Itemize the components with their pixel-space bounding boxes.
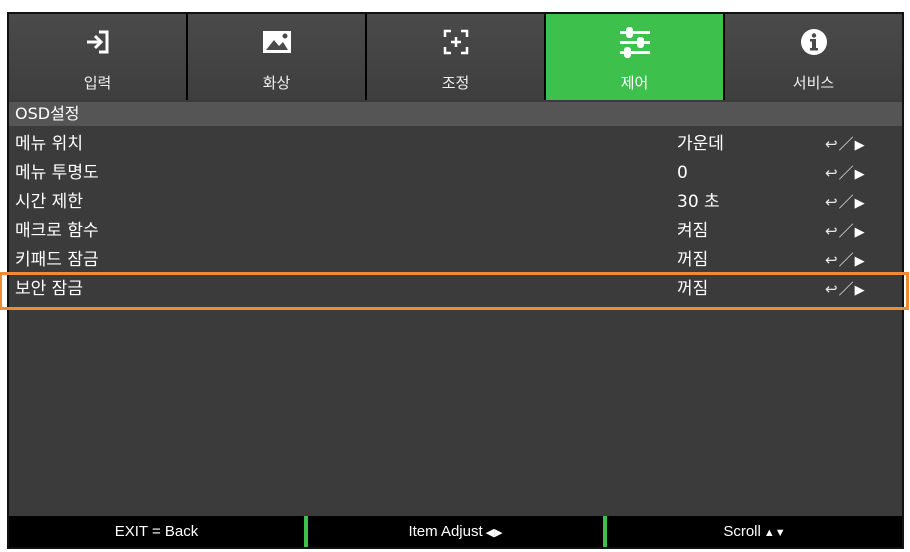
section-title: OSD설정	[9, 102, 902, 126]
enter-arrow-control[interactable]: ↩／▶	[825, 275, 866, 305]
tab-input-label: 입력	[83, 74, 112, 92]
info-icon	[794, 24, 834, 60]
input-icon	[78, 24, 118, 60]
item-value: 꺼짐	[677, 250, 709, 270]
sliders-icon	[615, 24, 655, 60]
menu-item-timeout[interactable]: 시간 제한 30 초 ↩／▶	[9, 188, 902, 217]
settings-list: 메뉴 위치 가운데 ↩／▶ 메뉴 투명도 0 ↩／▶ 시간 제한 30 초 ↩／…	[9, 130, 902, 304]
adjust-icon	[436, 24, 476, 60]
menu-item-keypad-lock[interactable]: 키패드 잠금 꺼짐 ↩／▶	[9, 246, 902, 275]
menu-item-menu-position[interactable]: 메뉴 위치 가운데 ↩／▶	[9, 130, 902, 159]
image-icon	[257, 24, 297, 60]
scroll-hint: Scroll ▲▼	[723, 523, 786, 540]
tab-service-label: 서비스	[792, 74, 835, 92]
enter-arrow-control[interactable]: ↩／▶	[825, 246, 866, 276]
enter-arrow-control[interactable]: ↩／▶	[825, 159, 866, 189]
tab-image-label: 화상	[262, 74, 291, 92]
left-right-arrows-icon: ◀▶	[485, 527, 503, 539]
item-label: 메뉴 투명도	[15, 163, 99, 183]
item-value: 꺼짐	[677, 279, 709, 299]
tab-control[interactable]: 제어	[546, 14, 723, 100]
enter-arrow-control[interactable]: ↩／▶	[825, 188, 866, 218]
tab-service[interactable]: 서비스	[725, 14, 902, 100]
tab-control-label: 제어	[620, 74, 649, 92]
osd-menu: 입력 화상 조정 제어 서비스 OSD설정 메뉴 위치 가운데 ↩／▶ 메뉴 투…	[7, 12, 904, 549]
menu-item-security-lock[interactable]: 보안 잠금 꺼짐 ↩／▶	[9, 275, 902, 304]
item-value: 0	[677, 163, 688, 183]
item-value: 30 초	[677, 192, 720, 212]
item-value: 가운데	[677, 134, 724, 154]
item-label: 메뉴 위치	[15, 134, 83, 154]
tab-image[interactable]: 화상	[188, 14, 365, 100]
tab-input[interactable]: 입력	[9, 14, 186, 100]
tab-adjust[interactable]: 조정	[367, 14, 544, 100]
footer-hints: EXIT = Back Item Adjust ◀▶ Scroll ▲▼	[9, 516, 902, 547]
enter-arrow-control[interactable]: ↩／▶	[825, 217, 866, 247]
item-adjust-hint: Item Adjust ◀▶	[408, 523, 503, 540]
up-down-arrows-icon: ▲▼	[763, 527, 786, 539]
item-label: 매크로 함수	[15, 221, 99, 241]
item-label: 키패드 잠금	[15, 250, 99, 270]
menu-item-menu-transparency[interactable]: 메뉴 투명도 0 ↩／▶	[9, 159, 902, 188]
item-label: 시간 제한	[15, 192, 83, 212]
tab-bar: 입력 화상 조정 제어 서비스	[9, 14, 902, 100]
item-value: 켜짐	[677, 221, 709, 241]
tab-adjust-label: 조정	[441, 74, 470, 92]
enter-arrow-control[interactable]: ↩／▶	[825, 130, 866, 160]
item-label: 보안 잠금	[15, 279, 83, 299]
exit-hint: EXIT = Back	[114, 523, 199, 540]
menu-item-macro-function[interactable]: 매크로 함수 켜짐 ↩／▶	[9, 217, 902, 246]
